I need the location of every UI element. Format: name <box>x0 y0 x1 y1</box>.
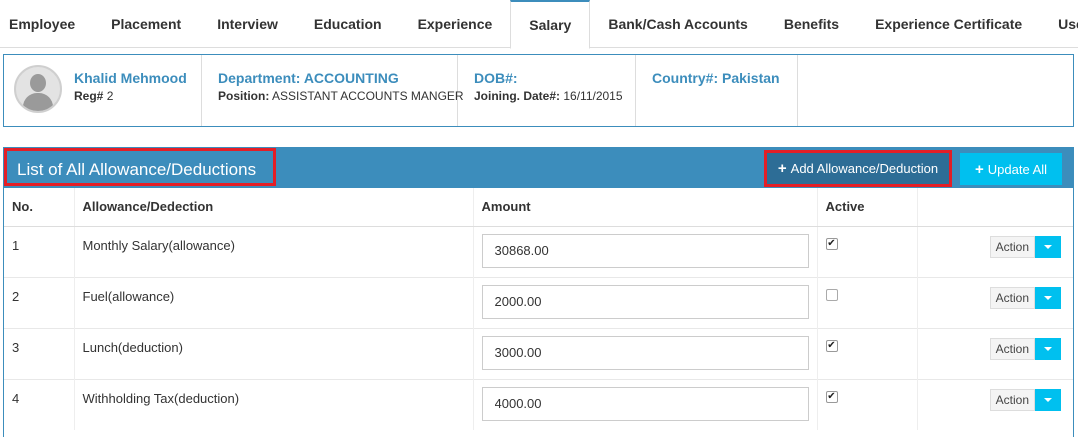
dob: DOB#: <box>474 70 518 86</box>
chevron-down-icon <box>1044 346 1052 351</box>
dob-cell: DOB#: Joining. Date#: 16/11/2015 <box>458 55 636 126</box>
header-action <box>917 188 1073 227</box>
tab-experience[interactable]: Experience <box>400 0 511 48</box>
row-allowance-name: Withholding Tax(deduction) <box>74 378 474 430</box>
country: Country#: Pakistan <box>652 70 780 86</box>
active-checkbox[interactable]: ✔ <box>825 237 838 250</box>
table-row: 3Lunch(deduction) ✔ Action <box>4 327 1073 379</box>
reg-value: 2 <box>106 89 114 103</box>
amount-cell <box>473 225 818 277</box>
department-cell: Department: ACCOUNTING Position: ASSISTA… <box>202 55 464 126</box>
header-active: Active <box>817 188 918 227</box>
country-cell: Country#: Pakistan <box>636 55 798 126</box>
active-cell: ✔ <box>817 378 918 430</box>
department: Department: ACCOUNTING <box>218 70 399 86</box>
action-button[interactable]: Action <box>989 337 1035 360</box>
allowance-panel: List of All Allowance/Deductions + Add A… <box>3 147 1074 437</box>
amount-input[interactable] <box>481 233 809 268</box>
action-dropdown-toggle[interactable] <box>1035 235 1061 258</box>
update-all-button[interactable]: + Update All <box>960 153 1062 185</box>
tab-bar: Employee Placement Interview Education E… <box>0 0 1078 49</box>
table-row: 4Withholding Tax(deduction) ✔ Action <box>4 378 1073 430</box>
plus-icon: + <box>974 160 984 178</box>
action-cell: Action <box>917 378 1073 430</box>
active-cell: ✔ <box>817 327 918 379</box>
action-cell: Action <box>917 276 1073 328</box>
active-cell <box>817 276 918 328</box>
table-row: 2Fuel(allowance) Action <box>4 276 1073 328</box>
tab-experience-certificate[interactable]: Experience Certificate <box>857 0 1040 48</box>
header-amount: Amount <box>473 188 818 227</box>
tab-employee[interactable]: Employee <box>0 0 93 48</box>
panel-header: List of All Allowance/Deductions + Add A… <box>4 148 1073 188</box>
row-number: 2 <box>4 276 75 328</box>
reg-label: Reg# <box>74 89 104 103</box>
add-button-label: Add Allowance/Deduction <box>790 161 939 176</box>
header-no: No. <box>4 188 75 227</box>
tab-bank-cash-accounts[interactable]: Bank/Cash Accounts <box>590 0 766 48</box>
row-allowance-name: Fuel(allowance) <box>74 276 474 328</box>
tab-salary[interactable]: Salary <box>510 0 591 49</box>
amount-cell <box>473 276 818 328</box>
avatar <box>14 65 62 113</box>
employee-info-box: Khalid Mehmood Reg# 2 Department: ACCOUN… <box>3 54 1074 127</box>
tab-placement[interactable]: Placement <box>93 0 199 48</box>
position-value: ASSISTANT ACCOUNTS MANGER <box>272 89 464 103</box>
amount-input[interactable] <box>481 335 809 370</box>
table-row: 1Monthly Salary(allowance) ✔ Action <box>4 225 1073 277</box>
joining-value: 16/11/2015 <box>563 89 623 103</box>
active-checkbox[interactable]: ✔ <box>825 390 838 403</box>
chevron-down-icon <box>1044 244 1052 249</box>
chevron-down-icon <box>1044 295 1052 300</box>
row-number: 3 <box>4 327 75 379</box>
row-allowance-name: Monthly Salary(allowance) <box>74 225 474 277</box>
tab-users[interactable]: Users <box>1040 0 1078 48</box>
position-label: Position: <box>218 89 270 103</box>
action-cell: Action <box>917 225 1073 277</box>
action-dropdown-toggle[interactable] <box>1035 286 1061 309</box>
row-allowance-name: Lunch(deduction) <box>74 327 474 379</box>
amount-cell <box>473 327 818 379</box>
employee-cell: Khalid Mehmood Reg# 2 <box>4 55 202 126</box>
active-cell: ✔ <box>817 225 918 277</box>
active-checkbox[interactable]: ✔ <box>825 339 838 352</box>
chevron-down-icon <box>1044 397 1052 402</box>
amount-input[interactable] <box>481 386 809 421</box>
action-button[interactable]: Action <box>989 286 1035 309</box>
action-cell: Action <box>917 327 1073 379</box>
tab-education[interactable]: Education <box>296 0 400 48</box>
amount-cell <box>473 378 818 430</box>
row-number: 4 <box>4 378 75 430</box>
action-dropdown-toggle[interactable] <box>1035 388 1061 411</box>
allowance-table: No. Allowance/Dedection Amount Active 1M… <box>4 188 1073 430</box>
plus-icon: + <box>777 160 787 177</box>
panel-title: List of All Allowance/Deductions <box>4 148 276 186</box>
active-checkbox[interactable] <box>825 288 838 301</box>
action-button[interactable]: Action <box>989 388 1035 411</box>
tab-benefits[interactable]: Benefits <box>766 0 857 48</box>
amount-input[interactable] <box>481 284 809 319</box>
add-allowance-deduction-button[interactable]: + Add Allowance/Deduction <box>764 150 952 187</box>
action-dropdown-toggle[interactable] <box>1035 337 1061 360</box>
action-button[interactable]: Action <box>989 235 1035 258</box>
employee-name[interactable]: Khalid Mehmood <box>74 69 187 87</box>
joining-label: Joining. Date#: <box>474 89 561 103</box>
row-number: 1 <box>4 225 75 277</box>
header-allowance: Allowance/Dedection <box>74 188 474 227</box>
tab-interview[interactable]: Interview <box>199 0 296 48</box>
update-button-label: Update All <box>987 161 1048 177</box>
